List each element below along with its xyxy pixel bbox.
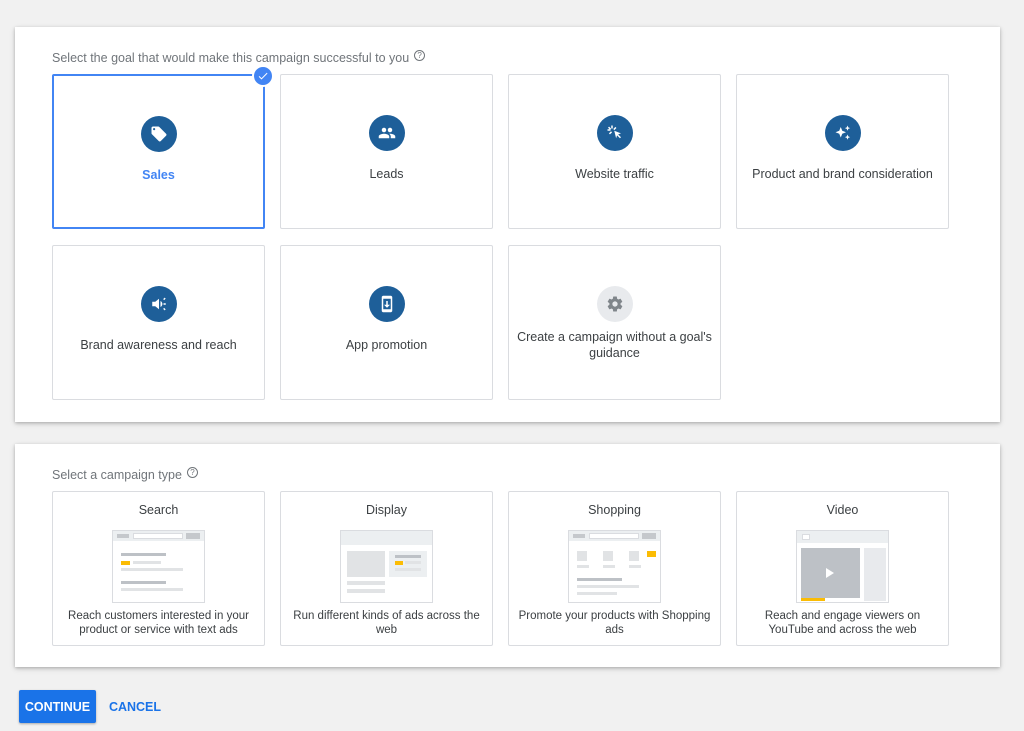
type-desc-display: Run different kinds of ads across the we… <box>293 610 480 636</box>
tag-icon <box>140 116 177 152</box>
type-title-shopping: Shopping <box>588 503 641 517</box>
type-title-video: Video <box>826 503 859 517</box>
goal-label-product-brand-consideration: Product and brand consideration <box>752 167 933 181</box>
goal-label-no-goal: Create a campaign without a goal's guida… <box>517 330 712 360</box>
type-section-heading: Select a campaign type ? <box>52 466 198 482</box>
goal-section-heading: Select the goal that would make this cam… <box>52 49 426 65</box>
goal-card-app-promotion[interactable]: App promotion <box>280 245 493 400</box>
search-ad-illustration <box>112 530 205 603</box>
help-circle-icon[interactable]: ? <box>414 49 426 61</box>
goal-selection-panel: Select the goal that would make this cam… <box>15 27 1000 422</box>
goal-card-sales[interactable]: Sales <box>52 65 274 229</box>
goal-label-brand-awareness: Brand awareness and reach <box>80 338 237 352</box>
video-ad-illustration <box>796 530 889 603</box>
type-card-display[interactable]: Display Run different kinds of ads acros… <box>280 491 493 646</box>
type-desc-video: Reach and engage viewers on YouTube and … <box>764 610 921 636</box>
goal-label-sales: Sales <box>142 168 175 182</box>
campaign-type-panel: Select a campaign type ? Search Reach cu… <box>15 444 1000 667</box>
gear-icon <box>596 286 633 322</box>
goal-card-website-traffic[interactable]: Website traffic <box>508 74 721 229</box>
help-circle-icon[interactable]: ? <box>186 466 198 478</box>
type-title-search: Search <box>138 503 179 517</box>
goal-card-brand-awareness[interactable]: Brand awareness and reach <box>52 245 265 400</box>
continue-button[interactable]: CONTINUE <box>19 690 96 723</box>
megaphone-icon <box>140 286 177 322</box>
type-title-display: Display <box>366 503 407 517</box>
phone-download-icon <box>368 286 405 322</box>
cursor-click-icon <box>596 115 633 151</box>
goal-heading-text: Select the goal that would make this cam… <box>52 51 410 65</box>
shopping-ad-illustration <box>568 530 661 603</box>
people-icon <box>368 115 405 151</box>
goal-card-no-goal[interactable]: Create a campaign without a goal's guida… <box>508 245 721 400</box>
type-card-search[interactable]: Search Reach customers interested in you… <box>52 491 265 646</box>
cancel-button[interactable]: CANCEL <box>104 690 166 723</box>
goal-label-app-promotion: App promotion <box>345 338 428 352</box>
goal-label-leads: Leads <box>369 167 404 181</box>
display-ad-illustration <box>340 530 433 603</box>
type-heading-text: Select a campaign type <box>52 468 182 482</box>
goal-label-website-traffic: Website traffic <box>575 167 654 181</box>
sparkle-icon <box>824 115 861 151</box>
type-card-shopping[interactable]: Shopping Promote your products with Shop… <box>508 491 721 646</box>
goal-card-leads[interactable]: Leads <box>280 74 493 229</box>
selected-check-icon <box>252 65 274 87</box>
goal-card-product-brand-consideration[interactable]: Product and brand consideration <box>736 74 949 229</box>
type-desc-shopping: Promote your products with Shopping ads <box>518 610 711 636</box>
type-desc-search: Reach customers interested in your produ… <box>68 610 249 636</box>
type-card-video[interactable]: Video Reach and engage viewers on YouTub… <box>736 491 949 646</box>
